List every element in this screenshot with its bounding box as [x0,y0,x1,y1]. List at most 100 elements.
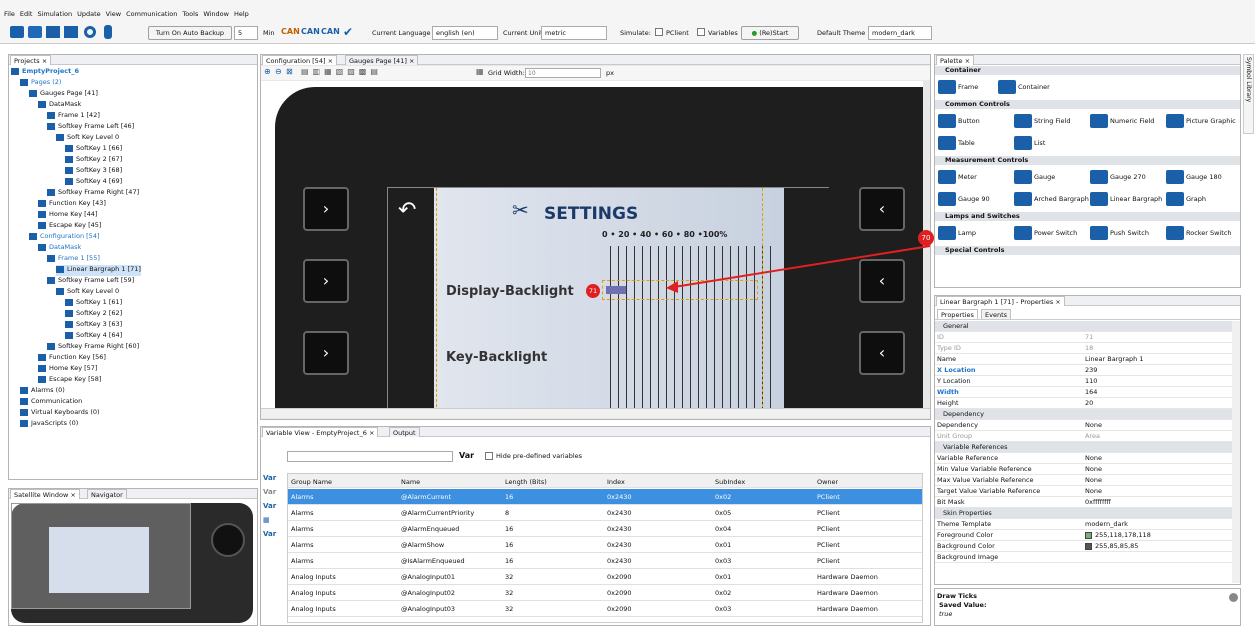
palette-item[interactable]: Gauge 180 [1166,168,1222,186]
table-row[interactable]: Analog Inputs @AnalogInput01 32 0x2090 0x01 H… [288,569,922,585]
restart-button[interactable]: ● (Re)Start [741,26,799,40]
tree-item[interactable]: SoftKey 4 [64] [65,331,122,342]
property-row[interactable]: Variable Reference None [935,453,1232,464]
theme-select[interactable]: modern_dark [868,26,932,40]
edit-variable-icon[interactable]: Var [263,499,279,513]
language-select[interactable]: english (en) [432,26,498,40]
variables-checkbox[interactable] [697,28,705,36]
table-row[interactable]: Alarms @AlarmEnqueued 16 0x2430 0x04 PClient [288,521,922,537]
menu-view[interactable]: View [106,10,121,20]
palette-item[interactable]: Lamp [938,224,976,242]
tree-item[interactable]: Soft Key Level 0 [56,133,119,144]
can-icon-3[interactable]: CAN [321,27,340,36]
zoom-fit-icon[interactable]: ⊠ [286,67,293,76]
palette-item[interactable]: Gauge [1014,168,1055,186]
tree-item[interactable]: Configuration [54] [29,232,100,243]
tab-properties[interactable]: Properties [937,309,978,319]
tree-item[interactable]: SoftKey 1 [61] [65,298,122,309]
column-header[interactable]: Owner [817,478,838,486]
tab-configuration[interactable]: Configuration [54] × [262,55,338,65]
pclient-checkbox[interactable] [655,28,663,36]
property-section[interactable]: Dependency [935,409,1232,420]
column-header[interactable]: SubIndex [715,478,745,486]
add-variable-icon[interactable]: Var [263,471,279,485]
property-row[interactable]: Bit Mask 0xffffffff [935,497,1232,508]
palette-item[interactable]: Power Switch [1014,224,1077,242]
tree-item[interactable]: Gauges Page [41] [29,89,98,100]
settings-icon[interactable] [84,26,96,38]
softkey-left-3[interactable]: › [303,331,349,375]
tree-item[interactable]: Escape Key [58] [38,375,101,386]
tree-item[interactable]: EmptyProject_6 [11,67,79,78]
column-header[interactable]: Name [401,478,420,486]
tree-item[interactable]: SoftKey 2 [67] [65,155,122,166]
tree-item[interactable]: Function Key [43] [38,199,106,210]
palette-item[interactable]: Rocker Switch [1166,224,1232,242]
tree-item[interactable]: SoftKey 3 [68] [65,166,122,177]
tree-item[interactable]: Frame 1 [42] [47,111,100,122]
palette-item[interactable]: Graph [1166,190,1206,208]
tree-item[interactable]: Function Key [56] [38,353,106,364]
table-row[interactable]: Alarms @AlarmShow 16 0x2430 0x01 PClient [288,537,922,553]
property-row[interactable]: ID 71 [935,332,1232,343]
menu-window[interactable]: Window [203,10,229,20]
grid-width-input[interactable]: 10 [525,68,601,78]
variable-icon[interactable]: ✔ [343,25,353,39]
open-icon[interactable] [28,26,42,38]
remove-variable-icon[interactable]: Var [263,485,279,499]
align-icons[interactable]: ▤▥▦▧▨▩▤ [301,67,382,76]
save-icon[interactable] [46,26,60,38]
table-variable-icon[interactable]: ▦ [263,513,279,527]
grid-icon[interactable]: ▦ [476,67,484,76]
tree-item[interactable]: DataMask [38,243,81,254]
palette-item[interactable]: Linear Bargraph [1090,190,1162,208]
tab-palette[interactable]: Palette × [936,55,975,65]
tree-item[interactable]: Soft Key Level 0 [56,287,119,298]
hide-predefined-checkbox[interactable] [485,452,493,460]
device-icon[interactable] [104,25,112,39]
property-row[interactable]: Background Image [935,552,1232,563]
softkey-left-2[interactable]: › [303,259,349,303]
property-row[interactable]: Target Value Variable Reference None [935,486,1232,497]
palette-section[interactable]: Special Controls [935,246,1240,255]
property-row[interactable]: Width 164 [935,387,1232,398]
tab-projects[interactable]: Projects × [10,55,52,65]
property-section[interactable]: Variable References [935,442,1232,453]
variable-search-input[interactable] [287,451,453,462]
tab-events[interactable]: Events [981,309,1012,319]
tree-item[interactable]: Pages (2) [20,78,61,89]
can-icon-2[interactable]: CAN [301,27,320,36]
softkey-right-1[interactable]: ‹ [859,187,905,231]
can-icon-1[interactable]: CAN [281,27,300,36]
tree-item[interactable]: JavaScripts (0) [20,419,78,430]
tree-item[interactable]: Softkey Frame Left [46] [47,122,134,133]
menu-edit[interactable]: Edit [20,10,33,20]
tab-variable-view[interactable]: Variable View - EmptyProject_6 × [262,427,379,437]
property-section[interactable]: Skin Properties [935,508,1232,519]
palette-section[interactable]: Lamps and Switches [935,212,1240,221]
property-row[interactable]: Foreground Color 255,118,178,118 [935,530,1232,541]
table-row[interactable]: Alarms @IsAlarmEnqueued 16 0x2430 0x03 PClien… [288,553,922,569]
unit-select[interactable]: metric [541,26,607,40]
tree-item[interactable]: Home Key [44] [38,210,97,221]
tree-item[interactable]: Softkey Frame Left [59] [47,276,134,287]
table-row[interactable]: Alarms @AlarmCurrentPriority 8 0x2430 0x05 PC… [288,505,922,521]
auto-backup-button[interactable]: Turn On Auto Backup [148,26,232,40]
property-row[interactable]: Theme Template modern_dark [935,519,1232,530]
tree-item[interactable]: Frame 1 [55] [47,254,100,265]
palette-item[interactable]: Table [938,134,975,152]
menu-tools[interactable]: Tools [182,10,198,20]
palette-item[interactable]: Gauge 270 [1090,168,1146,186]
tree-item[interactable]: Softkey Frame Right [47] [47,188,139,199]
back-icon[interactable]: ↶ [398,198,416,223]
tab-gauges-page[interactable]: Gauges Page [41] × [345,55,419,65]
tree-item[interactable]: SoftKey 1 [66] [65,144,122,155]
tree-item[interactable]: Alarms (0) [20,386,65,397]
softkey-right-3[interactable]: ‹ [859,331,905,375]
tree-item[interactable]: Softkey Frame Right [60] [47,342,139,353]
property-row[interactable]: Height 20 [935,398,1232,409]
palette-item[interactable]: List [1014,134,1045,152]
var-search-icon[interactable]: Var [459,451,474,460]
tree-item[interactable]: SoftKey 2 [62] [65,309,122,320]
save-all-icon[interactable] [64,26,78,38]
